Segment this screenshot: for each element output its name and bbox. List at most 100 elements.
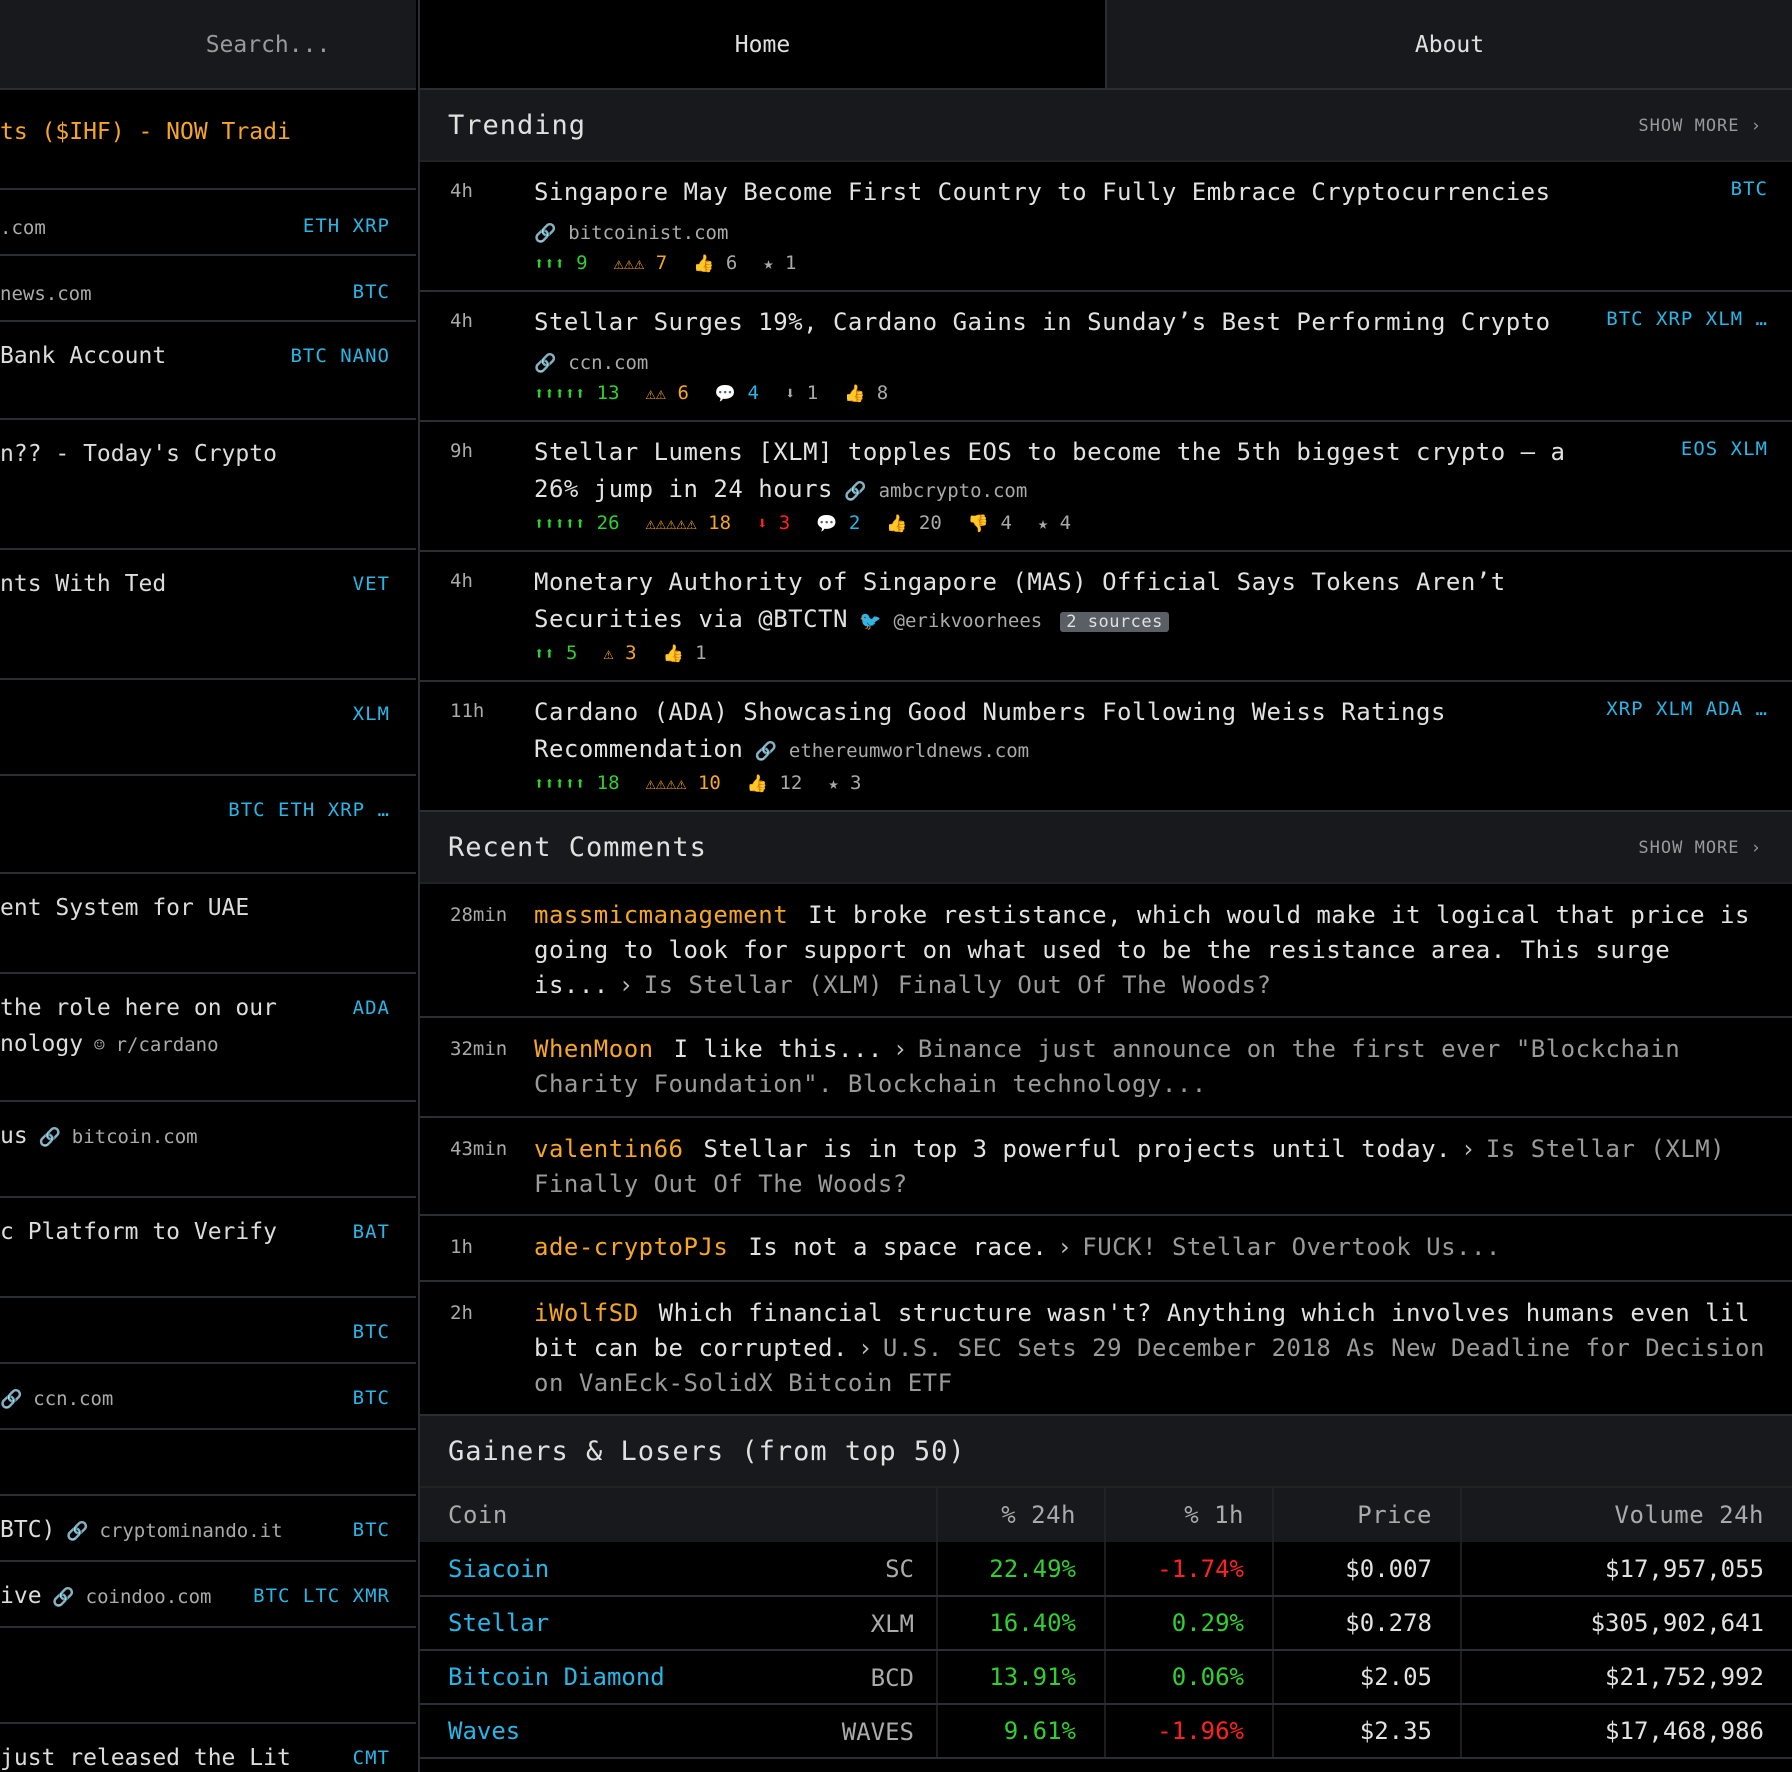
- left-news-tickers[interactable]: BTC: [353, 1314, 390, 1350]
- left-news-item[interactable]: [0, 1630, 416, 1724]
- vote-count[interactable]: ⬇ 1: [785, 382, 818, 404]
- vote-count[interactable]: ★ 1: [763, 252, 796, 274]
- trending-title[interactable]: Stellar Surges 19%, Cardano Gains in Sun…: [534, 304, 1584, 382]
- left-news-item[interactable]: ive 🔗 coindoo.com BTC LTC XMR: [0, 1564, 416, 1628]
- left-news-tickers[interactable]: BTC LTC XMR: [253, 1578, 390, 1614]
- vote-count[interactable]: ⚠⚠ 6: [646, 382, 689, 404]
- vote-count[interactable]: 👍 20: [886, 512, 942, 534]
- trending-item[interactable]: 4h Singapore May Become First Country to …: [420, 162, 1792, 292]
- left-news-item[interactable]: news.com BTC: [0, 258, 416, 322]
- left-news-item[interactable]: nts With Ted VET: [0, 552, 416, 680]
- vote-count[interactable]: ⚠⚠⚠⚠ 10: [646, 772, 721, 794]
- coin-name[interactable]: Siacoin: [448, 1555, 549, 1583]
- comment-item[interactable]: 1h ade-cryptoPJs Is not a space race. › FUCK…: [420, 1216, 1792, 1282]
- comment-article-link[interactable]: FUCK! Stellar Overtook Us...: [1082, 1233, 1501, 1261]
- table-row[interactable]: Siacoin SC 22.49% -1.74% $0.007 $17,957,055: [420, 1542, 1792, 1597]
- trending-item[interactable]: 4h Stellar Surges 19%, Cardano Gains in S…: [420, 292, 1792, 422]
- vote-count[interactable]: 👍 1: [663, 642, 707, 664]
- vote-count[interactable]: ⚠ 3: [603, 642, 636, 664]
- comment-item[interactable]: 32min WhenMoon I like this... › Binance just…: [420, 1018, 1792, 1118]
- left-news-item[interactable]: us 🔗 bitcoin.com: [0, 1104, 416, 1198]
- left-news-source[interactable]: cryptominando.it: [99, 1520, 282, 1542]
- comments-show-more-button[interactable]: SHOW MORE ›: [1638, 812, 1762, 884]
- left-news-tickers[interactable]: BTC: [353, 1380, 390, 1416]
- table-row[interactable]: Stellar XLM 16.40% 0.29% $0.278 $305,902,641: [420, 1596, 1792, 1651]
- coin-cell[interactable]: Bitcoin Diamond BCD: [420, 1650, 938, 1705]
- comment-user[interactable]: ade-cryptoPJs: [534, 1233, 728, 1261]
- col-pct24[interactable]: % 24h: [937, 1488, 1106, 1542]
- left-news-tickers[interactable]: BTC: [353, 274, 390, 310]
- coin-name[interactable]: Bitcoin Diamond: [448, 1663, 665, 1691]
- comment-article-link[interactable]: Is Stellar (XLM) Finally Out Of The Wood…: [644, 971, 1272, 999]
- left-news-tickers[interactable]: BTC: [353, 1512, 390, 1548]
- left-news-item[interactable]: BTC: [0, 1300, 416, 1364]
- vote-count[interactable]: 👍 12: [747, 772, 803, 794]
- left-news-tickers[interactable]: VET: [353, 566, 390, 602]
- trending-source[interactable]: ambcrypto.com: [879, 480, 1028, 502]
- comment-user[interactable]: WhenMoon: [534, 1035, 654, 1063]
- comment-user[interactable]: iWolfSD: [534, 1299, 639, 1327]
- left-news-tickers[interactable]: CMT: [353, 1740, 390, 1772]
- comment-user[interactable]: valentin66: [534, 1135, 684, 1163]
- vote-count[interactable]: ⚠⚠⚠⚠⚠ 18: [646, 512, 732, 534]
- left-news-item[interactable]: BTC ETH XRP …: [0, 778, 416, 874]
- trending-source[interactable]: @erikvoorhees: [894, 610, 1043, 632]
- trending-tickers[interactable]: XRP XLM ADA …: [1606, 698, 1768, 720]
- trending-title[interactable]: Singapore May Become First Country to Fu…: [534, 174, 1584, 252]
- vote-count[interactable]: 👎 4: [968, 512, 1012, 534]
- left-news-source[interactable]: ccn.com: [33, 1388, 113, 1410]
- coin-name[interactable]: Stellar: [448, 1609, 549, 1637]
- comment-user[interactable]: massmicmanagement: [534, 901, 788, 929]
- vote-count[interactable]: 💬 2: [816, 512, 860, 534]
- vote-count[interactable]: 👍 8: [844, 382, 888, 404]
- vote-count[interactable]: ⬆⬆ 5: [534, 642, 577, 664]
- left-news-source[interactable]: bitcoin.com: [72, 1126, 198, 1148]
- vote-count[interactable]: ⬇ 3: [757, 512, 790, 534]
- left-news-tickers[interactable]: BTC ETH XRP …: [228, 792, 390, 828]
- tab-home[interactable]: Home: [420, 0, 1105, 88]
- trending-title-text[interactable]: Stellar Surges 19%, Cardano Gains in Sun…: [534, 308, 1551, 336]
- search-input[interactable]: [0, 0, 416, 90]
- trending-source[interactable]: ccn.com: [568, 352, 648, 374]
- trending-item[interactable]: 9h Stellar Lumens [XLM] topples EOS to be…: [420, 422, 1792, 552]
- coin-cell[interactable]: Stellar XLM: [420, 1596, 938, 1651]
- vote-count[interactable]: 💬 4: [715, 382, 759, 404]
- vote-count[interactable]: ⬆⬆⬆⬆⬆ 13: [534, 382, 620, 404]
- left-news-item[interactable]: just released the Lity CMT: [0, 1726, 416, 1772]
- left-news-item[interactable]: the role here on our nology ☺ r/cardano AD…: [0, 976, 416, 1102]
- left-news-tickers[interactable]: ADA: [353, 990, 390, 1026]
- left-news-item[interactable]: ts ($IHF) - NOW Trading On: [0, 100, 416, 190]
- left-news-tickers[interactable]: XLM: [353, 696, 390, 732]
- comment-text[interactable]: I like this...: [674, 1035, 883, 1063]
- vote-count[interactable]: ⚠⚠⚠ 7: [614, 252, 668, 274]
- table-row[interactable]: Waves WAVES 9.61% -1.96% $2.35 $17,468,986: [420, 1704, 1792, 1759]
- col-pct1[interactable]: % 1h: [1105, 1488, 1274, 1542]
- trending-tickers[interactable]: EOS XLM: [1681, 438, 1768, 460]
- comment-text[interactable]: Stellar is in top 3 powerful projects un…: [704, 1135, 1451, 1163]
- trending-show-more-button[interactable]: SHOW MORE ›: [1638, 90, 1762, 162]
- coin-name[interactable]: Waves: [448, 1717, 520, 1745]
- trending-item[interactable]: 11h Cardano (ADA) Showcasing Good Numbers…: [420, 682, 1792, 812]
- vote-count[interactable]: ★ 3: [828, 772, 861, 794]
- left-news-source[interactable]: r/cardano: [116, 1034, 219, 1056]
- table-row[interactable]: Bitcoin Diamond BCD 13.91% 0.06% $2.05 $21,75…: [420, 1650, 1792, 1705]
- left-news-source[interactable]: coindoo.com: [86, 1586, 212, 1608]
- trending-title-text[interactable]: Stellar Lumens [XLM] topples EOS to beco…: [534, 438, 1566, 503]
- left-news-item[interactable]: XLM: [0, 682, 416, 776]
- vote-count[interactable]: ★ 4: [1038, 512, 1071, 534]
- vote-count[interactable]: ⬆⬆⬆ 9: [534, 252, 588, 274]
- coin-cell[interactable]: Waves WAVES: [420, 1704, 938, 1759]
- left-news-tickers[interactable]: BTC NANO: [290, 338, 390, 374]
- trending-title-text[interactable]: Singapore May Become First Country to Fu…: [534, 178, 1551, 206]
- left-news-item[interactable]: n?? - Today's Crypto: [0, 422, 416, 550]
- col-coin[interactable]: Coin: [420, 1488, 938, 1542]
- comment-item[interactable]: 28min massmicmanagement It broke restistan…: [420, 884, 1792, 1018]
- col-price[interactable]: Price: [1273, 1488, 1462, 1542]
- comment-text[interactable]: Is not a space race.: [748, 1233, 1047, 1261]
- left-news-tickers[interactable]: BAT: [353, 1214, 390, 1250]
- trending-source[interactable]: bitcoinist.com: [568, 222, 728, 244]
- left-news-item[interactable]: .com ETH XRP: [0, 192, 416, 256]
- left-news-item[interactable]: BTC) 🔗 cryptominando.it BTC: [0, 1498, 416, 1562]
- trending-item[interactable]: 4h Monetary Authority of Singapore (MAS) …: [420, 552, 1792, 682]
- left-news-item[interactable]: 🔗 ccn.com BTC: [0, 1366, 416, 1430]
